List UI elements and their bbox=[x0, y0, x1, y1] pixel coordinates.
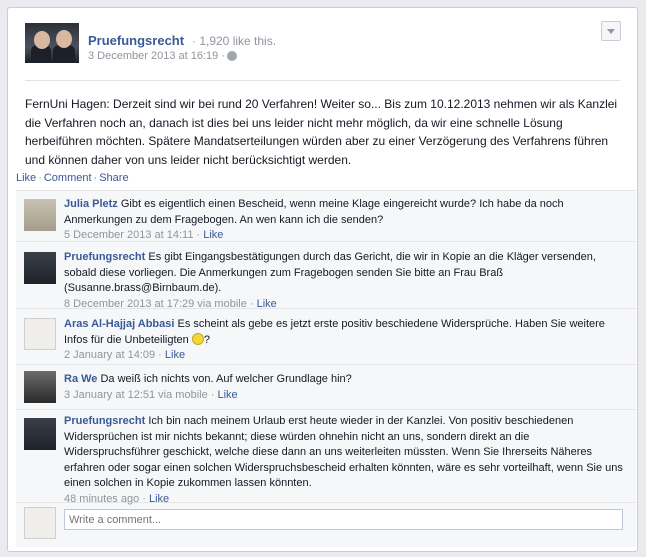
commenter-name[interactable]: Pruefungsrecht bbox=[64, 415, 145, 427]
comment-item: Pruefungsrecht Es gibt Eingangsbestätigu… bbox=[16, 242, 636, 312]
like-count: · 1,920 like this. bbox=[192, 34, 277, 48]
divider bbox=[25, 80, 620, 81]
globe-icon bbox=[227, 51, 237, 61]
page-name[interactable]: Pruefungsrecht bbox=[88, 33, 184, 48]
comment-item: Aras Al-Hajjaj Abbasi Es scheint als geb… bbox=[16, 309, 636, 365]
comment-item: Ra We Da weiß ich nichts von. Auf welche… bbox=[16, 365, 636, 410]
comment-item: Pruefungsrecht Ich bin nach meinem Urlau… bbox=[16, 410, 636, 505]
post-text: FernUni Hagen: Derzeit sind wir bei rund… bbox=[25, 97, 618, 167]
comment-like-link[interactable]: Like bbox=[217, 389, 237, 401]
write-comment-input[interactable] bbox=[64, 509, 623, 530]
commenter-avatar[interactable] bbox=[24, 418, 56, 450]
comment-like-link[interactable]: Like bbox=[165, 349, 185, 361]
post-timestamp[interactable]: 3 December 2013 at 16:19 · bbox=[88, 50, 225, 62]
comment-body: Aras Al-Hajjaj Abbasi Es scheint als geb… bbox=[64, 317, 624, 364]
comment-text: Ich bin nach meinem Urlaub erst heute wi… bbox=[64, 415, 623, 489]
smiley-icon bbox=[191, 332, 204, 345]
commenter-avatar[interactable] bbox=[24, 252, 56, 284]
comment-body: Ra We Da weiß ich nichts von. Auf welche… bbox=[64, 372, 624, 403]
comment-body: Julia Pletz Gibt es eigentlich einen Bes… bbox=[64, 197, 624, 244]
comment-list: Julia Pletz Gibt es eigentlich einen Bes… bbox=[16, 190, 636, 547]
commenter-avatar[interactable] bbox=[24, 199, 56, 231]
comment-meta: 48 minutes ago · Like bbox=[64, 492, 170, 505]
comment-meta: 2 January at 14:09 · Like bbox=[64, 349, 186, 361]
commenter-avatar[interactable] bbox=[24, 318, 56, 350]
like-link[interactable]: Like bbox=[16, 172, 36, 184]
comment-item: Julia Pletz Gibt es eigentlich einen Bes… bbox=[16, 191, 636, 242]
current-user-avatar bbox=[24, 507, 56, 539]
post-options-button[interactable] bbox=[601, 21, 621, 41]
commenter-name[interactable]: Aras Al-Hajjaj Abbasi bbox=[64, 318, 174, 330]
page-avatar[interactable] bbox=[25, 23, 79, 63]
comment-body: Pruefungsrecht Es gibt Eingangsbestätigu… bbox=[64, 250, 624, 312]
post-actions: Like · Comment · Share bbox=[16, 172, 129, 184]
comment-link[interactable]: Comment bbox=[44, 172, 92, 184]
comment-text: Da weiß ich nichts von. Auf welcher Grun… bbox=[100, 373, 352, 385]
comment-text: Gibt es eigentlich einen Bescheid, wenn … bbox=[64, 198, 564, 226]
commenter-name[interactable]: Pruefungsrecht bbox=[64, 251, 145, 263]
comment-body: Pruefungsrecht Ich bin nach meinem Urlau… bbox=[64, 414, 624, 507]
comment-like-link[interactable]: Like bbox=[257, 298, 277, 310]
share-link[interactable]: Share bbox=[99, 172, 128, 184]
comment-meta: 3 January at 12:51 via mobile · Like bbox=[64, 388, 238, 401]
commenter-name[interactable]: Julia Pletz bbox=[64, 198, 118, 210]
commenter-name[interactable]: Ra We bbox=[64, 373, 97, 385]
comment-like-link[interactable]: Like bbox=[149, 493, 169, 505]
comment-like-link[interactable]: Like bbox=[203, 229, 223, 241]
commenter-avatar[interactable] bbox=[24, 371, 56, 403]
